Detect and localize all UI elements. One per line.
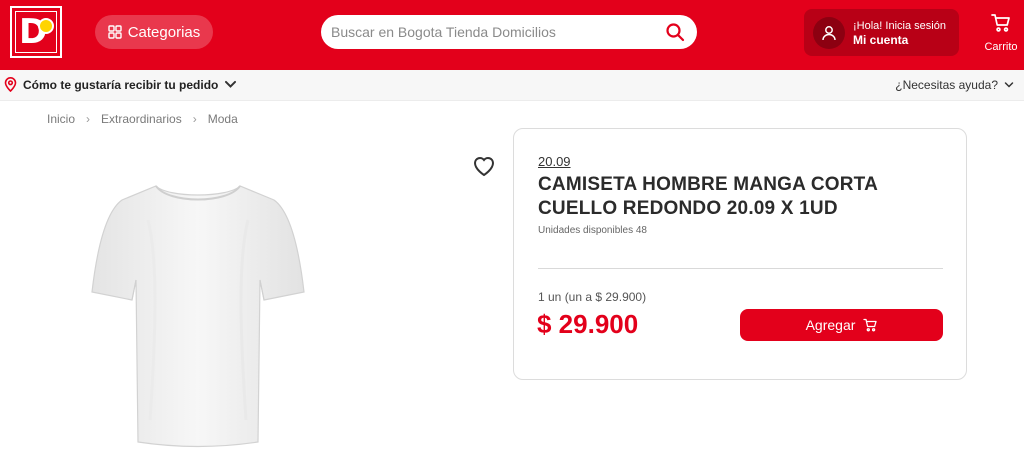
product-price: $ 29.900	[537, 309, 639, 339]
location-pin-icon	[4, 77, 17, 92]
categories-button[interactable]: Categorias	[95, 15, 213, 49]
search-input[interactable]	[331, 24, 665, 40]
breadcrumb-moda[interactable]: Moda	[208, 112, 238, 126]
chevron-down-icon	[225, 80, 237, 88]
chevron-right-icon: ›	[86, 112, 91, 126]
search-bar	[321, 15, 697, 49]
stock-available: Unidades disponibles 48	[538, 225, 647, 236]
divider	[538, 268, 943, 269]
breadcrumb-inicio[interactable]: Inicio	[47, 112, 75, 126]
add-to-cart-button[interactable]: Agregar	[740, 309, 943, 341]
search-icon[interactable]	[665, 22, 685, 42]
cart-icon	[991, 14, 1010, 32]
account-text: ¡Hola! Inicia sesión Mi cuenta	[853, 19, 946, 47]
logo-dot	[38, 18, 54, 34]
cart-label: Carrito	[984, 41, 1018, 53]
top-header: D Categorias ¡Hola! Inicia sesión Mi cue…	[0, 0, 1024, 70]
account-greeting: ¡Hola! Inicia sesión	[853, 19, 946, 32]
breadcrumb: Inicio › Extraordinarios › Moda	[47, 112, 238, 126]
breadcrumb-extraordinarios[interactable]: Extraordinarios	[101, 112, 182, 126]
favorite-heart-icon[interactable]	[472, 155, 496, 177]
d1-logo[interactable]: D	[10, 6, 62, 58]
grid-icon	[108, 25, 122, 39]
avatar	[813, 16, 845, 49]
logo-mark: D	[16, 12, 56, 52]
cart-icon	[863, 318, 878, 332]
product-title: CAMISETA HOMBRE MANGA CORTA CUELLO REDON…	[538, 174, 878, 219]
account-label: Mi cuenta	[853, 32, 909, 47]
product-brand-link[interactable]: 20.09	[538, 154, 571, 169]
delivery-selector[interactable]: Cómo te gustaría recibir tu pedido	[4, 77, 237, 92]
unit-price: 1 un (un a $ 29.900)	[538, 290, 647, 304]
add-to-cart-label: Agregar	[805, 317, 856, 333]
help-label: ¿Necesitas ayuda?	[895, 78, 998, 92]
product-info-card: 20.09 CAMISETA HOMBRE MANGA CORTA CUELLO…	[513, 128, 967, 380]
categories-label: Categorias	[127, 23, 201, 41]
account-button[interactable]: ¡Hola! Inicia sesión Mi cuenta	[804, 9, 959, 56]
cart-button[interactable]: Carrito	[980, 13, 1022, 55]
chevron-down-icon	[1004, 82, 1014, 88]
help-menu[interactable]: ¿Necesitas ayuda?	[895, 78, 1014, 92]
delivery-label: Cómo te gustaría recibir tu pedido	[23, 77, 219, 92]
user-icon	[822, 25, 836, 40]
white-tshirt-image	[91, 185, 305, 448]
chevron-right-icon: ›	[192, 112, 197, 126]
delivery-bar: Cómo te gustaría recibir tu pedido ¿Nece…	[0, 70, 1024, 101]
